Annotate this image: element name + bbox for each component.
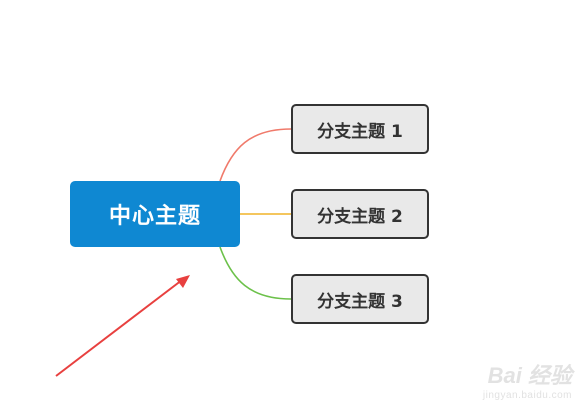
branch-topic-2[interactable]: 分支主题 2: [291, 189, 429, 239]
connector-branch-1: [219, 128, 292, 182]
central-topic-label: 中心主题: [108, 204, 201, 229]
red-pointer-arrow: [55, 275, 190, 377]
branch-topic-3[interactable]: 分支主题 3: [291, 274, 429, 324]
central-topic[interactable]: 中心主题: [70, 181, 240, 247]
branch-topic-label: 分支主题 3: [317, 291, 403, 312]
branch-topic-label: 分支主题 1: [317, 121, 403, 142]
connector-branch-3: [219, 246, 292, 300]
branch-topic-1[interactable]: 分支主题 1: [291, 104, 429, 154]
branch-topic-label: 分支主题 2: [317, 206, 403, 227]
